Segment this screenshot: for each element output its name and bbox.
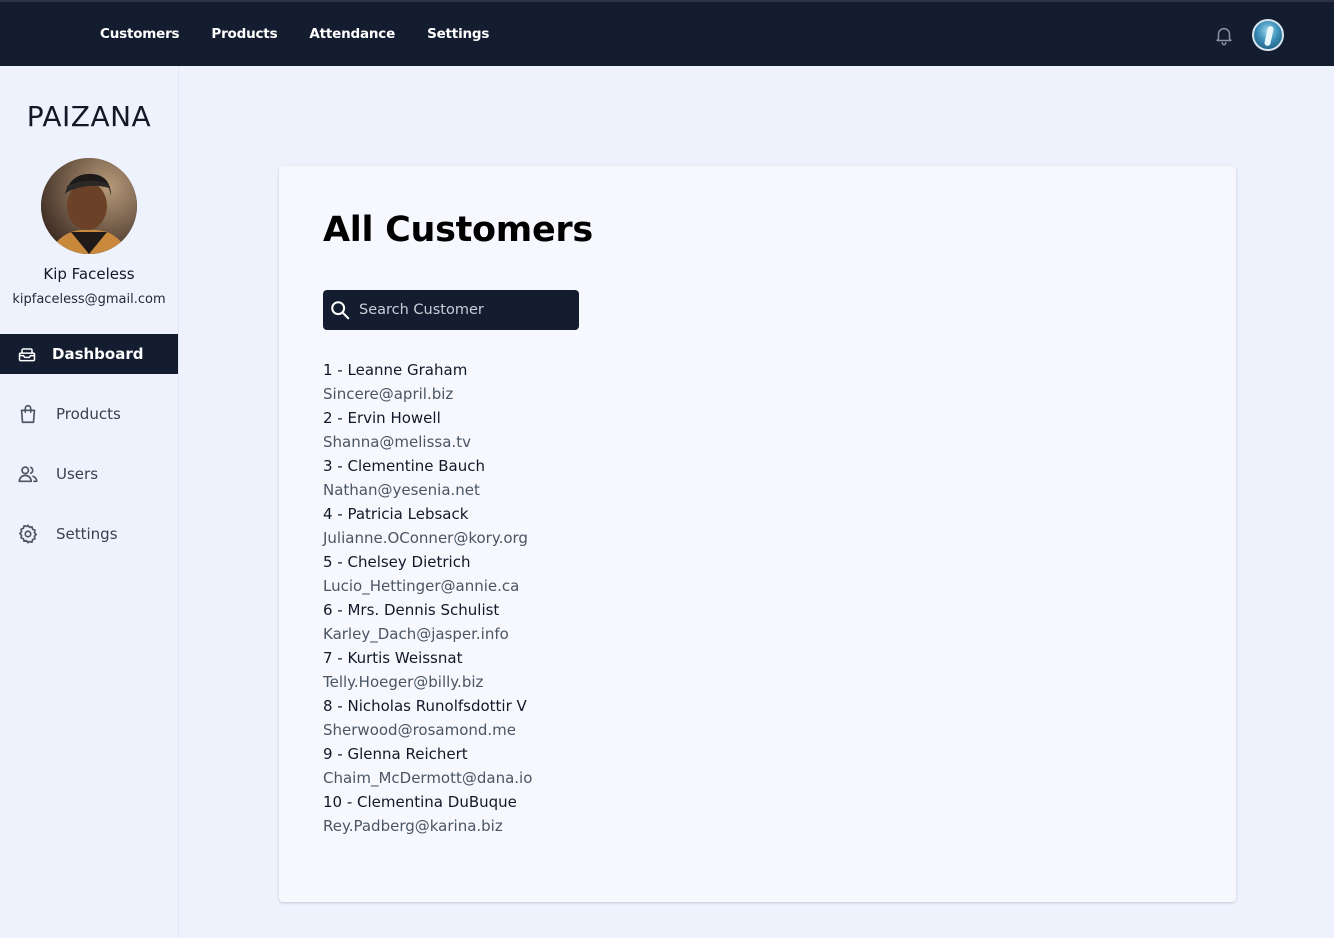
sidebar-item-label: Settings	[56, 525, 118, 543]
list-item[interactable]: 8 - Nicholas Runolfsdottir V Sherwood@ro…	[323, 694, 532, 742]
customer-name: 1 - Leanne Graham	[323, 361, 468, 379]
customer-name: 8 - Nicholas Runolfsdottir V	[323, 697, 527, 715]
customer-name: 10 - Clementina DuBuque	[323, 793, 517, 811]
customer-name: 2 - Ervin Howell	[323, 409, 441, 427]
sidebar-item-label: Users	[56, 465, 99, 483]
top-navbar: Customers Products Attendance Settings	[0, 0, 1334, 66]
nav-link-products[interactable]: Products	[211, 26, 277, 42]
sidebar-item-dashboard[interactable]: Dashboard	[0, 334, 178, 374]
sidebar-item-label: Products	[56, 405, 121, 423]
customer-name: 4 - Patricia Lebsack	[323, 505, 469, 523]
top-nav: Customers Products Attendance Settings	[100, 2, 521, 66]
sidebar-item-users[interactable]: Users	[0, 454, 178, 494]
brand-logo: PAIZANA	[26, 100, 152, 133]
search-icon	[329, 299, 351, 321]
users-icon	[17, 463, 39, 485]
customer-name: 3 - Clementine Bauch	[323, 457, 486, 475]
list-item[interactable]: 5 - Chelsey Dietrich Lucio_Hettinger@ann…	[323, 550, 532, 598]
gear-icon	[17, 523, 39, 545]
nav-link-customers[interactable]: Customers	[100, 26, 180, 42]
list-item[interactable]: 4 - Patricia Lebsack Julianne.OConner@ko…	[323, 502, 532, 550]
customer-name: 5 - Chelsey Dietrich	[323, 553, 471, 571]
profile-name: Kip Faceless	[43, 265, 135, 283]
list-item[interactable]: 6 - Mrs. Dennis Schulist Karley_Dach@jas…	[323, 598, 532, 646]
customer-list: 1 - Leanne Graham Sincere@april.biz 2 - …	[323, 358, 532, 838]
search-box[interactable]	[323, 290, 579, 330]
search-input[interactable]	[359, 302, 559, 318]
profile-email: kipfaceless@gmail.com	[12, 292, 166, 307]
sidebar-item-products[interactable]: Products	[0, 394, 178, 434]
customer-email: Chaim_McDermott@dana.io	[323, 769, 533, 787]
customers-card: All Customers 1 - Leanne Graham Sincere@…	[279, 166, 1236, 902]
list-item[interactable]: 9 - Glenna Reichert Chaim_McDermott@dana…	[323, 742, 532, 790]
customer-email: Nathan@yesenia.net	[323, 481, 480, 499]
list-item[interactable]: 2 - Ervin Howell Shanna@melissa.tv	[323, 406, 532, 454]
sidebar-item-label: Dashboard	[52, 345, 144, 363]
list-item[interactable]: 1 - Leanne Graham Sincere@april.biz	[323, 358, 532, 406]
bell-icon[interactable]	[1213, 24, 1235, 46]
customer-email: Telly.Hoeger@billy.biz	[323, 673, 484, 691]
sidebar: PAIZANA Kip Faceless kipfaceless@gmail.c…	[0, 66, 179, 938]
customer-email: Karley_Dach@jasper.info	[323, 625, 509, 643]
customer-name: 7 - Kurtis Weissnat	[323, 649, 463, 667]
list-item[interactable]: 3 - Clementine Bauch Nathan@yesenia.net	[323, 454, 532, 502]
customer-email: Sincere@april.biz	[323, 385, 454, 403]
list-item[interactable]: 10 - Clementina DuBuque Rey.Padberg@kari…	[323, 790, 532, 838]
profile-avatar	[41, 158, 137, 254]
nav-link-settings[interactable]: Settings	[427, 26, 489, 42]
page-title: All Customers	[323, 210, 593, 250]
inbox-icon	[16, 343, 38, 365]
customer-email: Shanna@melissa.tv	[323, 433, 471, 451]
customer-email: Sherwood@rosamond.me	[323, 721, 517, 739]
user-avatar[interactable]	[1252, 19, 1284, 51]
shopping-bag-icon	[17, 403, 39, 425]
list-item[interactable]: 7 - Kurtis Weissnat Telly.Hoeger@billy.b…	[323, 646, 532, 694]
customer-name: 9 - Glenna Reichert	[323, 745, 468, 763]
sidebar-item-settings[interactable]: Settings	[0, 514, 178, 554]
customer-email: Julianne.OConner@kory.org	[323, 529, 528, 547]
customer-name: 6 - Mrs. Dennis Schulist	[323, 601, 500, 619]
customer-email: Rey.Padberg@karina.biz	[323, 817, 503, 835]
customer-email: Lucio_Hettinger@annie.ca	[323, 577, 520, 595]
nav-link-attendance[interactable]: Attendance	[309, 26, 395, 42]
